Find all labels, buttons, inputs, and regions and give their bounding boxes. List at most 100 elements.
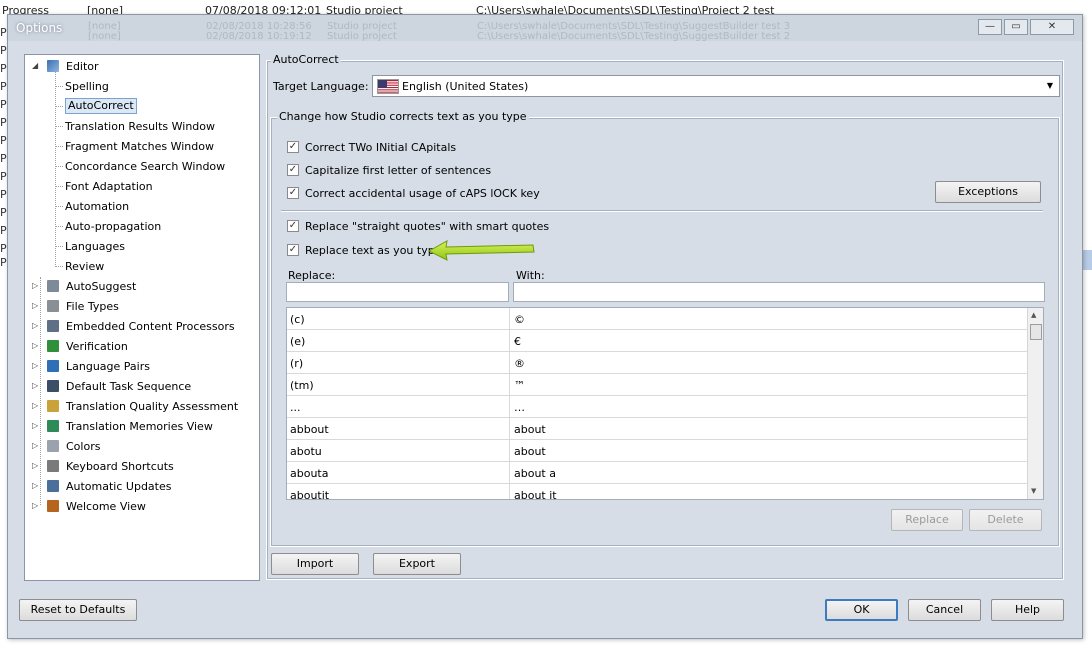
scroll-down-icon[interactable]: ▼ bbox=[1031, 487, 1036, 495]
tree-label: Welcome View bbox=[66, 500, 146, 513]
expand-arrow-icon[interactable]: ▷ bbox=[32, 441, 38, 450]
cancel-button[interactable]: Cancel bbox=[908, 599, 981, 621]
tree-node-translation-memories-view[interactable]: ▷ Translation Memories View bbox=[29, 417, 254, 435]
table-row[interactable]: (tm) ™ bbox=[287, 374, 1027, 396]
checkbox[interactable]: ✓ bbox=[287, 141, 299, 153]
tree-node-welcome-view[interactable]: ▷ Welcome View bbox=[29, 497, 254, 515]
collapse-arrow-icon[interactable]: ◢ bbox=[32, 61, 38, 70]
target-language-label: Target Language: bbox=[273, 80, 369, 93]
scrollbar-thumb[interactable] bbox=[1030, 324, 1042, 340]
import-button[interactable]: Import bbox=[271, 553, 359, 575]
welcome-view-icon bbox=[47, 500, 59, 512]
expand-arrow-icon[interactable]: ▷ bbox=[32, 361, 38, 370]
tree-label: AutoSuggest bbox=[66, 280, 137, 293]
export-button[interactable]: Export bbox=[373, 553, 461, 575]
tree-node-review[interactable]: Review bbox=[56, 257, 251, 275]
tree-node-automation[interactable]: Automation bbox=[56, 197, 251, 215]
table-row[interactable]: (r) ® bbox=[287, 352, 1027, 374]
column-separator bbox=[509, 308, 510, 499]
table-scrollbar[interactable]: ▲ ▼ bbox=[1027, 308, 1043, 499]
tree-label: Review bbox=[65, 260, 105, 273]
tree-line bbox=[56, 86, 63, 87]
table-row[interactable]: aboutit about it bbox=[287, 484, 1027, 500]
tree-label: Editor bbox=[66, 60, 99, 73]
tree-node-fragment-matches-window[interactable]: Fragment Matches Window bbox=[56, 137, 251, 155]
background-row-faded: [none] 02/08/2018 10:19:12 Studio projec… bbox=[1, 29, 1092, 41]
dropdown-arrow-icon[interactable]: ▼ bbox=[1047, 81, 1053, 90]
replace-cell: abouta bbox=[290, 467, 329, 480]
table-row[interactable]: (c) © bbox=[287, 308, 1027, 330]
tree-node-font-adaptation[interactable]: Font Adaptation bbox=[56, 177, 251, 195]
expand-arrow-icon[interactable]: ▷ bbox=[32, 321, 38, 330]
replace-button[interactable]: Replace bbox=[891, 509, 963, 531]
close-button[interactable]: ✕ bbox=[1030, 19, 1074, 35]
checkbox[interactable]: ✓ bbox=[287, 164, 299, 176]
exceptions-button[interactable]: Exceptions bbox=[935, 181, 1041, 203]
tree-node-default-task-sequence[interactable]: ▷ Default Task Sequence bbox=[29, 377, 254, 395]
section-divider bbox=[281, 210, 1043, 212]
tree-line bbox=[56, 146, 63, 147]
expand-arrow-icon[interactable]: ▷ bbox=[32, 341, 38, 350]
expand-arrow-icon[interactable]: ▷ bbox=[32, 501, 38, 510]
tree-node-translation-quality-assessment[interactable]: ▷ Translation Quality Assessment bbox=[29, 397, 254, 415]
background-selection bbox=[1082, 250, 1092, 270]
expand-arrow-icon[interactable]: ▷ bbox=[32, 281, 38, 290]
table-row[interactable]: abotu about bbox=[287, 440, 1027, 462]
replace-cell: aboutit bbox=[290, 489, 330, 500]
tree-node-autocorrect[interactable]: AutoCorrect bbox=[56, 97, 251, 115]
tree-node-automatic-updates[interactable]: ▷ Automatic Updates bbox=[29, 477, 254, 495]
bg-cell: 02/08/2018 10:19:12 bbox=[206, 31, 312, 41]
autocorrect-table: (c) © (e) € (r) ® (tm) ™ ... … abbout ab… bbox=[286, 307, 1044, 500]
table-row[interactable]: abouta about a bbox=[287, 462, 1027, 484]
tree-node-auto-propagation[interactable]: Auto-propagation bbox=[56, 217, 251, 235]
tree-node-file-types[interactable]: ▷ File Types bbox=[29, 297, 254, 315]
tree-node-verification[interactable]: ▷ Verification bbox=[29, 337, 254, 355]
table-row[interactable]: ... … bbox=[287, 396, 1027, 418]
tree-node-languages[interactable]: Languages bbox=[56, 237, 251, 255]
with-cell: about it bbox=[514, 489, 557, 500]
help-button[interactable]: Help bbox=[991, 599, 1064, 621]
table-row[interactable]: (e) € bbox=[287, 330, 1027, 352]
restore-button[interactable]: ▭ bbox=[1004, 19, 1028, 35]
expand-arrow-icon[interactable]: ▷ bbox=[32, 421, 38, 430]
scroll-up-icon[interactable]: ▲ bbox=[1031, 311, 1036, 319]
tree-node-embedded-content-processors[interactable]: ▷ Embedded Content Processors bbox=[29, 317, 254, 335]
tree-label: Translation Quality Assessment bbox=[66, 400, 239, 413]
delete-button[interactable]: Delete bbox=[969, 509, 1042, 531]
tree-label: Automatic Updates bbox=[66, 480, 172, 493]
with-cell: ™ bbox=[514, 379, 525, 392]
checkbox[interactable]: ✓ bbox=[287, 187, 299, 199]
annotation-arrow-icon bbox=[427, 240, 535, 261]
expand-arrow-icon[interactable]: ▷ bbox=[32, 481, 38, 490]
expand-arrow-icon[interactable]: ▷ bbox=[32, 301, 38, 310]
minimize-button[interactable]: — bbox=[978, 19, 1002, 35]
tree-label: Translation Results Window bbox=[65, 120, 216, 133]
tree-node-editor[interactable]: ◢ Editor bbox=[29, 57, 249, 75]
keyboard-shortcuts-icon bbox=[47, 460, 59, 472]
with-input[interactable] bbox=[513, 282, 1045, 302]
tree-node-language-pairs[interactable]: ▷ Language Pairs bbox=[29, 357, 254, 375]
replace-input[interactable] bbox=[286, 282, 509, 302]
target-language-dropdown[interactable]: English (United States) ▼ bbox=[372, 75, 1060, 97]
tree-label: Font Adaptation bbox=[65, 180, 153, 193]
tree-node-colors[interactable]: ▷ Colors bbox=[29, 437, 254, 455]
replace-cell: ... bbox=[290, 401, 301, 414]
bg-cell: C:\Users\swhale\Documents\SDL\Testing\Su… bbox=[477, 31, 791, 41]
ok-button[interactable]: OK bbox=[825, 599, 898, 621]
tree-node-keyboard-shortcuts[interactable]: ▷ Keyboard Shortcuts bbox=[29, 457, 254, 475]
expand-arrow-icon[interactable]: ▷ bbox=[32, 461, 38, 470]
tree-node-translation-results-window[interactable]: Translation Results Window bbox=[56, 117, 251, 135]
tree-label: AutoCorrect bbox=[65, 98, 137, 114]
expand-arrow-icon[interactable]: ▷ bbox=[32, 401, 38, 410]
replace-cell: (c) bbox=[290, 313, 305, 326]
table-row[interactable]: abbout about bbox=[287, 418, 1027, 440]
reset-to-defaults-button[interactable]: Reset to Defaults bbox=[19, 599, 137, 621]
colors-icon bbox=[47, 440, 59, 452]
verification-icon bbox=[47, 340, 59, 352]
tree-node-concordance-search-window[interactable]: Concordance Search Window bbox=[56, 157, 251, 175]
checkbox[interactable]: ✓ bbox=[287, 220, 299, 232]
expand-arrow-icon[interactable]: ▷ bbox=[32, 381, 38, 390]
tree-node-autosuggest[interactable]: ▷ AutoSuggest bbox=[29, 277, 254, 295]
tree-node-spelling[interactable]: Spelling bbox=[56, 77, 251, 95]
checkbox[interactable]: ✓ bbox=[287, 244, 299, 256]
